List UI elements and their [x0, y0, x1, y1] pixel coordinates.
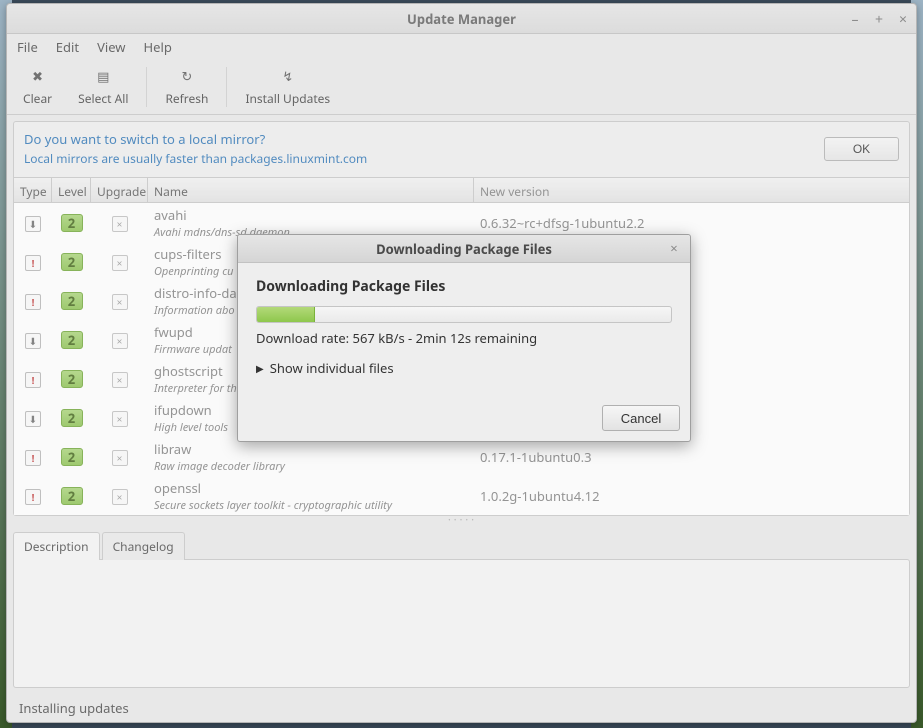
close-icon[interactable]: ×	[896, 10, 910, 29]
dialog-close-icon[interactable]: ×	[666, 240, 682, 256]
select-all-label: Select All	[78, 90, 128, 107]
column-type[interactable]: Type	[14, 178, 52, 202]
refresh-icon: ↻	[181, 66, 192, 86]
warning-icon: !	[25, 255, 41, 271]
package-name: libraw	[154, 440, 474, 458]
package-version: 0.6.32~rc+dfsg-1ubuntu2.2	[474, 214, 909, 232]
upgrade-checkbox[interactable]: ×	[112, 450, 128, 466]
clear-label: Clear	[23, 90, 52, 107]
install-updates-icon: ↯	[282, 66, 293, 86]
clear-icon: ✖	[32, 66, 43, 86]
dialog-heading: Downloading Package Files	[256, 277, 672, 296]
warning-icon: !	[25, 489, 41, 505]
select-all-icon: ▤	[97, 66, 109, 86]
download-icon: ⬇	[25, 216, 41, 232]
ok-button[interactable]: OK	[824, 137, 899, 161]
package-version: 1.0.2g-1ubuntu4.12	[474, 487, 909, 505]
statusbar: Installing updates	[7, 694, 916, 722]
clear-button[interactable]: ✖ Clear	[11, 62, 64, 112]
tab-changelog[interactable]: Changelog	[102, 532, 185, 560]
upgrade-checkbox[interactable]: ×	[112, 216, 128, 232]
dialog-titlebar[interactable]: Downloading Package Files ×	[238, 235, 690, 263]
menu-file[interactable]: File	[17, 38, 38, 56]
level-badge: 2	[61, 409, 83, 427]
mirror-subtext: Local mirrors are usually faster than pa…	[24, 150, 367, 167]
select-all-button[interactable]: ▤ Select All	[66, 62, 140, 112]
package-desc: Raw image decoder library	[154, 459, 474, 474]
level-badge: 2	[61, 448, 83, 466]
level-badge: 2	[61, 370, 83, 388]
table-row[interactable]: ! 2 × librawRaw image decoder library0.17.1…	[14, 437, 909, 476]
show-individual-files-expander[interactable]: ▶ Show individual files	[256, 359, 672, 377]
refresh-button[interactable]: ↻ Refresh	[153, 62, 220, 112]
upgrade-checkbox[interactable]: ×	[112, 372, 128, 388]
level-badge: 2	[61, 487, 83, 505]
upgrade-checkbox[interactable]: ×	[112, 255, 128, 271]
install-updates-button[interactable]: ↯ Install Updates	[233, 62, 342, 112]
download-rate: Download rate: 567 kB/s - 2min 12s remai…	[256, 329, 672, 347]
menu-view[interactable]: View	[97, 38, 125, 56]
maximize-icon[interactable]: +	[872, 10, 886, 29]
download-dialog: Downloading Package Files × Downloading …	[237, 234, 691, 442]
level-badge: 2	[61, 331, 83, 349]
install-updates-label: Install Updates	[245, 90, 330, 107]
download-icon: ⬇	[25, 333, 41, 349]
warning-icon: !	[25, 450, 41, 466]
mirror-question[interactable]: Do you want to switch to a local mirror?	[24, 130, 367, 148]
tab-content	[13, 559, 910, 688]
tab-description[interactable]: Description	[13, 532, 100, 560]
package-name: avahi	[154, 206, 474, 224]
download-icon: ⬇	[25, 411, 41, 427]
table-row[interactable]: ! 2 × opensslSecure sockets layer toolkit -…	[14, 476, 909, 515]
details-area: Description Changelog	[13, 531, 910, 688]
status-text: Installing updates	[19, 699, 129, 717]
window-title: Update Manager	[407, 10, 516, 28]
minimize-icon[interactable]: –	[848, 10, 862, 29]
pane-grip[interactable]: • • • • •	[7, 516, 916, 525]
package-desc: Secure sockets layer toolkit - cryptogra…	[154, 498, 474, 513]
mirror-banner: Do you want to switch to a local mirror?…	[14, 122, 909, 177]
upgrade-checkbox[interactable]: ×	[112, 294, 128, 310]
toolbar: ✖ Clear ▤ Select All ↻ Refresh ↯ Install…	[7, 59, 916, 115]
cancel-button[interactable]: Cancel	[602, 405, 680, 431]
titlebar[interactable]: Update Manager – + ×	[7, 4, 916, 34]
dialog-title: Downloading Package Files	[376, 240, 552, 258]
table-header: Type Level Upgrade Name New version	[14, 177, 909, 203]
column-level[interactable]: Level	[52, 178, 91, 202]
upgrade-checkbox[interactable]: ×	[112, 489, 128, 505]
upgrade-checkbox[interactable]: ×	[112, 411, 128, 427]
menubar: File Edit View Help	[7, 34, 916, 59]
column-new-version[interactable]: New version	[474, 178, 909, 202]
package-version: 0.17.1-1ubuntu0.3	[474, 448, 909, 466]
refresh-label: Refresh	[165, 90, 208, 107]
level-badge: 2	[61, 292, 83, 310]
level-badge: 2	[61, 253, 83, 271]
column-upgrade[interactable]: Upgrade	[91, 178, 148, 202]
chevron-right-icon: ▶	[256, 361, 264, 375]
progress-bar	[257, 307, 315, 322]
warning-icon: !	[25, 372, 41, 388]
expander-label: Show individual files	[270, 359, 394, 377]
menu-edit[interactable]: Edit	[56, 38, 79, 56]
warning-icon: !	[25, 294, 41, 310]
toolbar-separator	[146, 67, 147, 107]
column-name[interactable]: Name	[148, 178, 474, 202]
toolbar-separator	[226, 67, 227, 107]
progress-track	[256, 306, 672, 323]
level-badge: 2	[61, 214, 83, 232]
package-name: openssl	[154, 479, 474, 497]
upgrade-checkbox[interactable]: ×	[112, 333, 128, 349]
menu-help[interactable]: Help	[144, 38, 172, 56]
